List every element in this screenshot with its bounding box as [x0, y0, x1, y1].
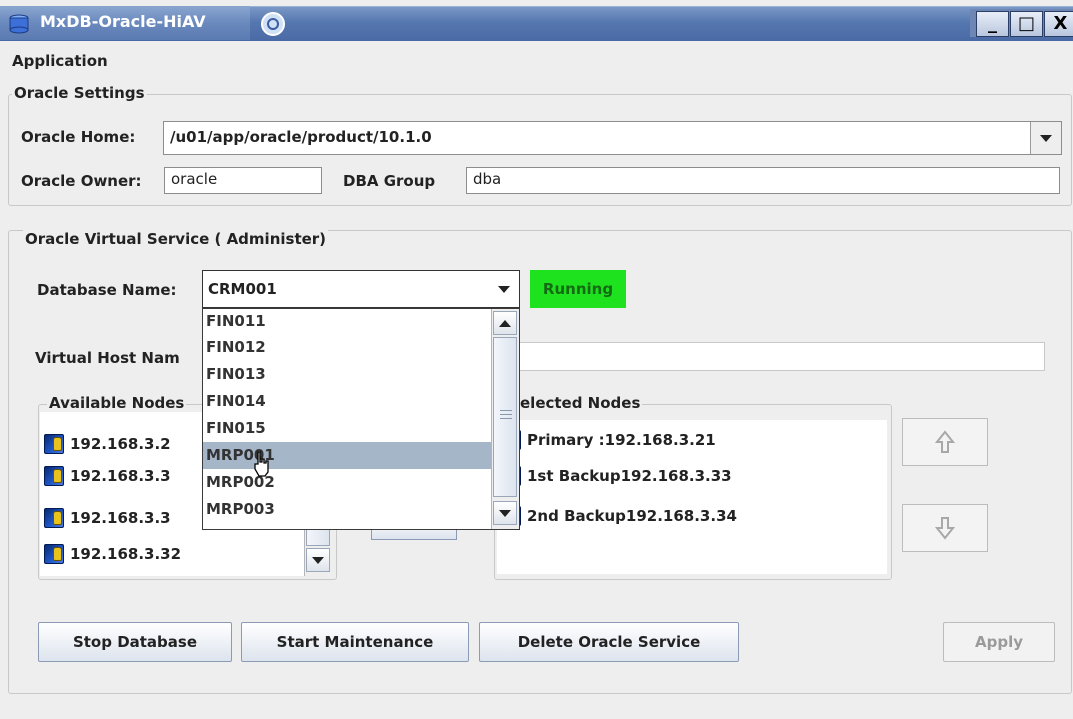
dropdown-item-selected[interactable]: MRP001: [203, 442, 494, 469]
oracle-owner-label: Oracle Owner:: [21, 172, 142, 190]
virtual-host-field[interactable]: [518, 342, 1045, 371]
dropdown-item[interactable]: FIN012: [203, 334, 494, 361]
globe-icon: [258, 10, 288, 38]
scroll-up-button[interactable]: [493, 311, 517, 335]
dba-group-label: DBA Group: [343, 172, 436, 190]
list-item[interactable]: 192.168.3.2: [40, 430, 171, 457]
dropdown-item[interactable]: FIN015: [203, 415, 494, 442]
database-name-combo[interactable]: CRM001: [202, 270, 520, 308]
dropdown-item[interactable]: FIN011: [203, 309, 494, 334]
list-item[interactable]: 192.168.3.32: [40, 540, 181, 567]
oracle-home-combo[interactable]: /u01/app/oracle/product/10.1.0: [163, 121, 1062, 155]
list-item[interactable]: 192.168.3.3: [40, 462, 171, 489]
oracle-home-label: Oracle Home:: [21, 128, 136, 146]
list-item[interactable]: 192.168.3.3: [40, 504, 171, 531]
selected-nodes-list[interactable]: Primary :192.168.3.21 1st Backup192.168.…: [497, 420, 887, 574]
server-node-icon: [44, 507, 64, 528]
list-item[interactable]: 2nd Backup192.168.3.34: [497, 502, 737, 529]
menu-bar: [0, 41, 1073, 75]
virtual-service-legend: Oracle Virtual Service ( Administer): [23, 230, 329, 248]
available-nodes-scroll-thumb[interactable]: [306, 528, 330, 546]
available-nodes-legend: Available Nodes: [47, 394, 187, 412]
chevron-down-icon[interactable]: [1030, 122, 1061, 154]
server-node-icon: [44, 465, 64, 486]
minimize-button[interactable]: _: [976, 11, 1009, 37]
move-down-button[interactable]: [902, 504, 988, 552]
arrow-up-icon: [935, 430, 955, 453]
server-node-icon: [44, 433, 64, 454]
arrow-down-icon: [935, 517, 955, 540]
close-button[interactable]: X: [1044, 11, 1073, 37]
virtual-host-label: Virtual Host Nam: [35, 349, 180, 367]
menu-application[interactable]: Application: [12, 52, 108, 70]
database-name-label: Database Name:: [37, 281, 177, 299]
dba-group-field[interactable]: dba: [466, 167, 1060, 194]
database-icon: [8, 14, 30, 34]
dropdown-item[interactable]: FIN014: [203, 388, 494, 415]
move-up-button[interactable]: [902, 418, 988, 466]
oracle-settings-legend: Oracle Settings: [12, 84, 147, 102]
database-name-dropdown[interactable]: FIN011 FIN012 FIN013 FIN014 FIN015 MRP00…: [202, 308, 520, 530]
oracle-owner-field[interactable]: oracle: [164, 167, 322, 194]
dropdown-item[interactable]: FIN013: [203, 361, 494, 388]
dropdown-item[interactable]: MRP002: [203, 469, 494, 496]
maximize-button[interactable]: □: [1010, 11, 1043, 37]
window-controls: _ □ X: [970, 9, 1073, 37]
status-badge: Running: [530, 270, 626, 308]
apply-button[interactable]: Apply: [943, 622, 1055, 662]
dropdown-scroll-thumb[interactable]: [493, 337, 517, 497]
oracle-home-value: /u01/app/oracle/product/10.1.0: [170, 128, 432, 146]
list-item[interactable]: Primary :192.168.3.21: [497, 426, 716, 453]
delete-oracle-service-button[interactable]: Delete Oracle Service: [479, 622, 739, 662]
database-name-value: CRM001: [208, 280, 277, 298]
server-node-icon: [44, 543, 64, 564]
scroll-down-button[interactable]: [493, 501, 517, 525]
stop-database-button[interactable]: Stop Database: [38, 622, 232, 662]
selected-nodes-legend: elected Nodes: [518, 394, 643, 412]
window-title: MxDB-Oracle-HiAV: [40, 12, 206, 31]
dropdown-scrollbar[interactable]: [491, 309, 519, 529]
mouse-cursor-icon: [252, 450, 272, 478]
start-maintenance-button[interactable]: Start Maintenance: [241, 622, 469, 662]
chevron-down-icon[interactable]: [489, 271, 519, 307]
scroll-down-button[interactable]: [306, 548, 330, 572]
dropdown-item[interactable]: MRP003: [203, 496, 494, 523]
list-item[interactable]: 1st Backup192.168.3.33: [497, 462, 732, 489]
